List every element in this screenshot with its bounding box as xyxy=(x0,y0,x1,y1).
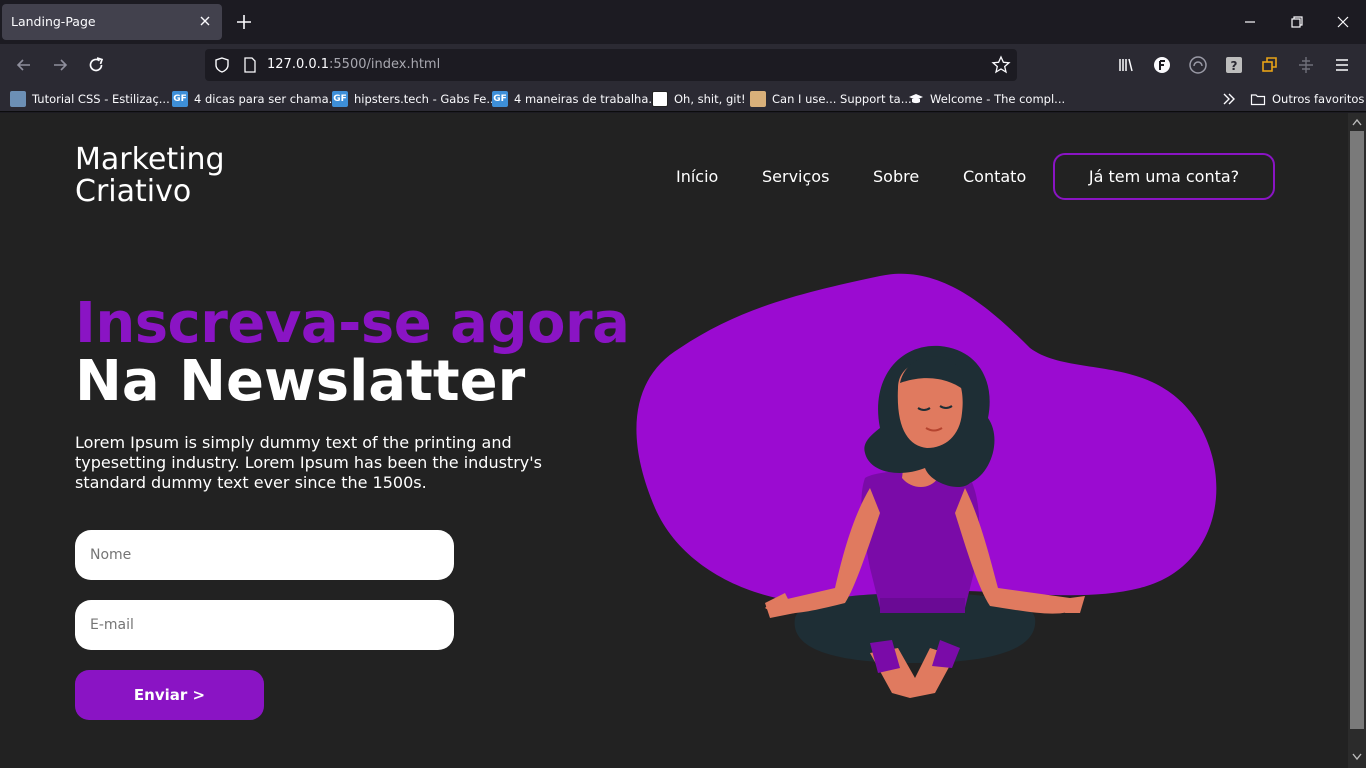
shield-icon[interactable] xyxy=(213,56,231,74)
nav-link-contato[interactable]: Contato xyxy=(963,167,1026,186)
bookmark-label: hipsters.tech - Gabs Fe... xyxy=(354,92,498,106)
library-icon[interactable] xyxy=(1115,54,1137,76)
chevrons-right-icon[interactable] xyxy=(1221,91,1237,107)
graduation-cap-icon xyxy=(909,94,923,104)
tab-strip: Landing-Page xyxy=(0,0,1366,44)
star-icon[interactable] xyxy=(991,55,1011,75)
woman-torso xyxy=(861,470,980,608)
tab-landing-page[interactable]: Landing-Page xyxy=(2,4,222,40)
extension-measure-icon[interactable] xyxy=(1295,54,1317,76)
help-extension-icon[interactable]: ? xyxy=(1223,54,1245,76)
bookmark-label: Welcome - The compl... xyxy=(930,92,1066,106)
question-favicon-icon xyxy=(652,91,668,107)
headline-primary: Inscreva-se agora xyxy=(75,291,630,356)
logo-line-1: Marketing xyxy=(75,142,225,177)
bookmark-label: Can I use... Support ta... xyxy=(772,92,912,106)
folder-icon xyxy=(1250,94,1266,106)
page-icon[interactable] xyxy=(241,56,259,74)
svg-text:?: ? xyxy=(1231,59,1238,73)
bookmark-item[interactable]: Tutorial CSS - Estilizaç... xyxy=(10,90,170,108)
other-bookmarks-label: Outros favoritos xyxy=(1272,92,1365,106)
scroll-up-icon[interactable] xyxy=(1352,118,1362,126)
bookmarks-toolbar: Tutorial CSS - Estilizaç... GF 4 dicas pa… xyxy=(0,86,1366,112)
close-icon[interactable] xyxy=(196,12,214,30)
extension-windows-icon[interactable] xyxy=(1259,54,1281,76)
logo-line-2: Criativo xyxy=(75,174,192,209)
gf-favicon-icon: GF xyxy=(172,91,188,107)
url-host: 127.0.0.1 xyxy=(267,57,330,72)
bookmark-item[interactable]: Welcome - The compl... xyxy=(908,90,1065,108)
url-text[interactable]: 127.0.0.1:5500/index.html xyxy=(267,57,440,72)
page-scrollbar[interactable] xyxy=(1348,113,1366,768)
reload-icon[interactable] xyxy=(85,54,107,76)
restore-icon[interactable] xyxy=(1287,12,1307,32)
intro-paragraph: Lorem Ipsum is simply dummy text of the … xyxy=(75,433,542,492)
submit-button[interactable]: Enviar > xyxy=(75,670,264,720)
bookmark-item[interactable]: GF hipsters.tech - Gabs Fe... xyxy=(332,90,497,108)
bookmark-label: Oh, shit, git! xyxy=(674,92,746,106)
page-viewport: Marketing Criativo Início Serviços Sobre… xyxy=(0,113,1348,768)
nav-link-servicos[interactable]: Serviços xyxy=(762,167,829,186)
bookmark-item[interactable]: Can I use... Support ta... xyxy=(750,90,912,108)
menu-icon[interactable] xyxy=(1331,54,1353,76)
headline-secondary: Na Newslatter xyxy=(75,349,526,414)
extension-f-icon[interactable] xyxy=(1151,54,1173,76)
bookmark-label: 4 dicas para ser chama... xyxy=(194,92,340,106)
extension-headphones-icon[interactable] xyxy=(1187,54,1209,76)
back-icon[interactable] xyxy=(13,54,35,76)
other-bookmarks-folder[interactable]: Outros favoritos xyxy=(1250,90,1364,108)
tab-title: Landing-Page xyxy=(11,14,96,29)
bookmark-item[interactable]: GF 4 dicas para ser chama... xyxy=(172,90,340,108)
site-logo[interactable]: Marketing Criativo xyxy=(75,144,225,208)
scrollbar-thumb[interactable] xyxy=(1350,131,1364,729)
gf-favicon-icon: GF xyxy=(332,91,348,107)
url-path: :5500/index.html xyxy=(329,57,441,72)
meditation-illustration xyxy=(636,273,1217,698)
gf-favicon-icon: GF xyxy=(492,91,508,107)
caniuse-favicon-icon xyxy=(750,91,766,107)
bookmark-label: Tutorial CSS - Estilizaç... xyxy=(32,92,170,106)
bookmark-item[interactable]: GF 4 maneiras de trabalha... xyxy=(492,90,659,108)
globe-icon xyxy=(10,91,26,107)
name-input[interactable] xyxy=(75,530,454,580)
bookmark-item[interactable]: Oh, shit, git! xyxy=(652,90,746,108)
url-bar[interactable]: 127.0.0.1:5500/index.html xyxy=(205,49,1017,81)
nav-link-inicio[interactable]: Início xyxy=(676,167,718,186)
nav-link-sobre[interactable]: Sobre xyxy=(873,167,919,186)
forward-icon[interactable] xyxy=(49,54,71,76)
email-input[interactable] xyxy=(75,600,454,650)
navigation-toolbar: 127.0.0.1:5500/index.html ? xyxy=(0,44,1366,86)
scroll-down-icon[interactable] xyxy=(1352,753,1362,761)
bookmark-label: 4 maneiras de trabalha... xyxy=(514,92,660,106)
minimize-icon[interactable] xyxy=(1240,12,1260,32)
close-window-icon[interactable] xyxy=(1333,12,1353,32)
login-button[interactable]: Já tem uma conta? xyxy=(1053,153,1275,200)
new-tab-icon[interactable] xyxy=(234,12,254,32)
